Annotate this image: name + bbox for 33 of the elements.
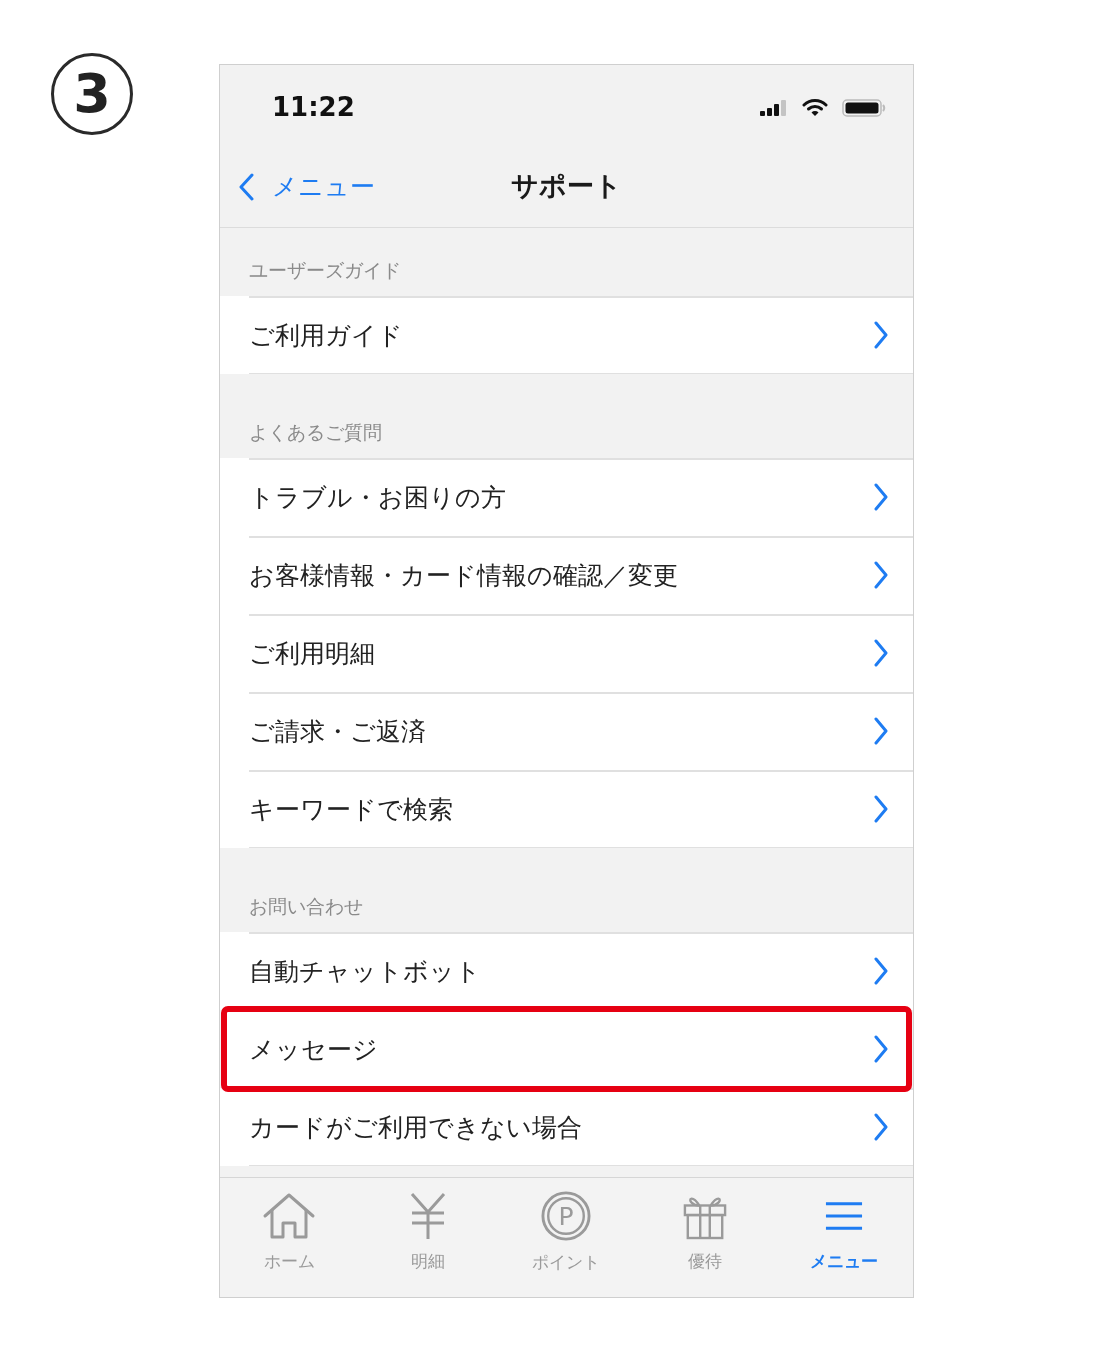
chevron-right-icon — [873, 483, 889, 511]
step-number: 3 — [51, 53, 133, 135]
menu-row[interactable]: お客様情報・カード情報の確認／変更 — [220, 536, 913, 614]
status-time: 11:22 — [272, 92, 355, 122]
nav-title: サポート — [511, 169, 622, 203]
tab-item[interactable]: メニュー — [774, 1178, 913, 1297]
menu-row[interactable]: キーワードで検索 — [220, 770, 913, 848]
menu-row[interactable]: カードがご利用できない場合 — [220, 1088, 913, 1166]
menu-icon — [824, 1200, 863, 1232]
menu-row[interactable]: ご利用ガイド — [220, 296, 913, 374]
menu-row[interactable]: ご請求・ご返済 — [220, 692, 913, 770]
chevron-right-icon — [873, 795, 889, 823]
menu-row[interactable]: メッセージ — [221, 1006, 912, 1092]
section-header: ユーザーズガイド — [249, 259, 401, 283]
section-header: よくあるご質問 — [249, 421, 382, 445]
menu-row[interactable]: 自動チャットボット — [220, 932, 913, 1010]
battery-icon — [842, 98, 886, 117]
section-header: お問い合わせ — [249, 895, 363, 919]
home-icon — [262, 1192, 317, 1240]
chevron-right-icon — [873, 717, 889, 745]
chevron-right-icon — [873, 321, 889, 349]
wifi-icon — [802, 98, 828, 117]
signal-icon — [760, 99, 788, 116]
back-button[interactable]: メニュー — [220, 170, 375, 207]
chevron-left-icon — [238, 172, 254, 201]
chevron-right-icon — [873, 957, 889, 985]
menu-row[interactable]: トラブル・お困りの方 — [220, 458, 913, 536]
chevron-right-icon — [873, 561, 889, 589]
menu-row[interactable]: ご利用明細 — [220, 614, 913, 692]
chevron-right-icon — [873, 639, 889, 667]
coin-icon: P — [541, 1191, 592, 1241]
chevron-right-icon — [873, 1113, 889, 1141]
chevron-right-icon — [873, 1035, 889, 1063]
